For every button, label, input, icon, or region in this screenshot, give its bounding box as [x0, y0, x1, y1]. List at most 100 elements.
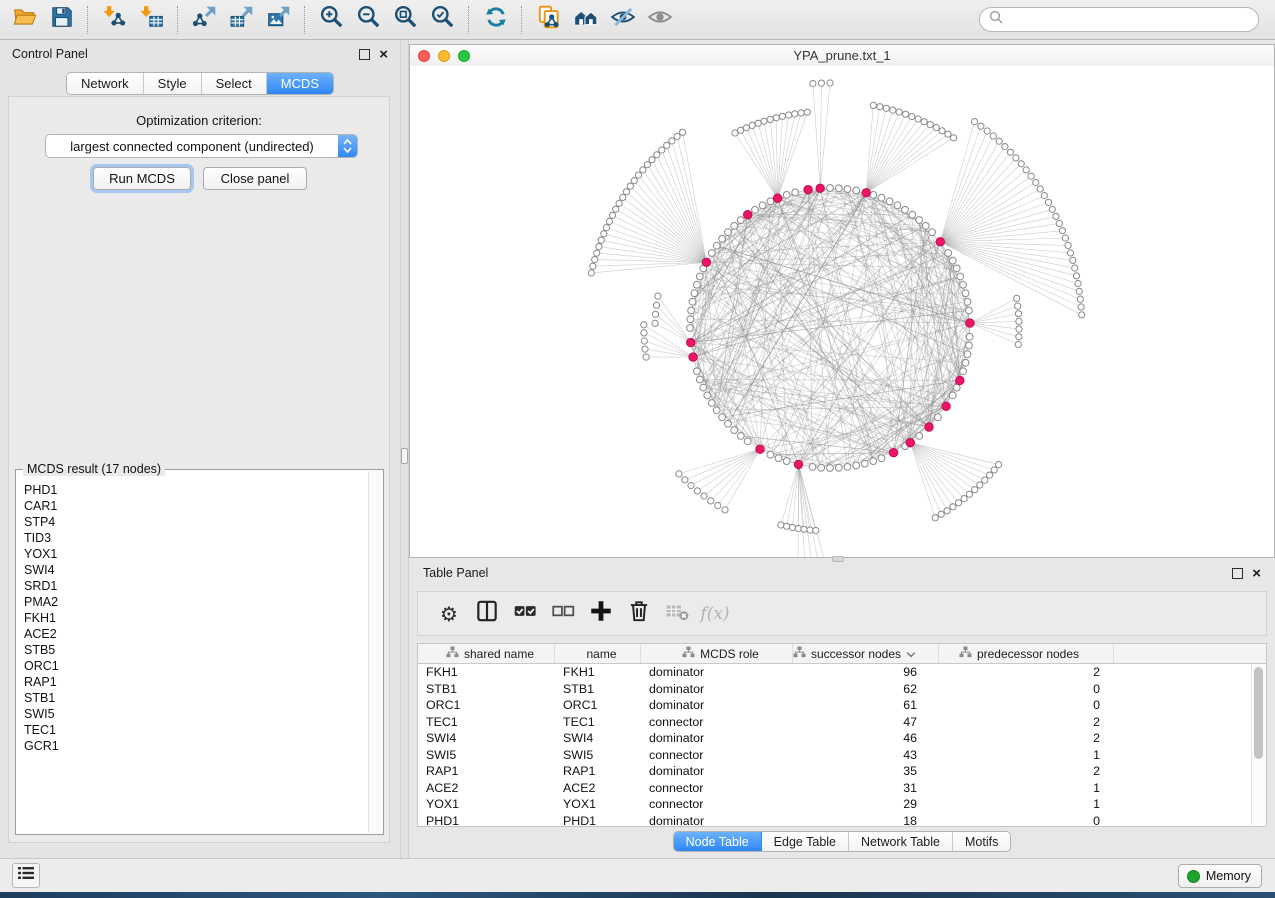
tab-edge-table[interactable]: Edge Table [762, 832, 849, 851]
task-history-button[interactable] [12, 863, 40, 888]
search-input[interactable] [1009, 12, 1249, 28]
table-row[interactable]: PHD1PHD1dominator180 [418, 813, 1266, 828]
cell: YOX1 [555, 797, 641, 811]
cell: RAP1 [418, 764, 555, 778]
list-icon [18, 866, 34, 885]
split-columns-button[interactable] [468, 596, 506, 632]
export-image-button[interactable] [260, 3, 297, 37]
tab-node-table[interactable]: Node Table [674, 832, 762, 851]
zoom-out-button[interactable] [350, 3, 387, 37]
gear-button[interactable]: ⚙ [430, 596, 468, 632]
add-column-button[interactable] [582, 596, 620, 632]
refresh-icon [483, 4, 509, 35]
mcds-node-item[interactable]: GCR1 [24, 738, 368, 754]
table-scrollbar[interactable] [1251, 664, 1265, 825]
float-table-panel-icon[interactable] [1232, 568, 1243, 579]
table-row[interactable]: ACE2ACE2connector311 [418, 780, 1266, 797]
save-button[interactable] [43, 3, 80, 37]
memory-label: Memory [1206, 869, 1251, 883]
mcds-node-item[interactable]: SRD1 [24, 578, 368, 594]
tab-select[interactable]: Select [202, 73, 267, 94]
export-network-button[interactable] [186, 3, 223, 37]
export-table-button[interactable] [223, 3, 260, 37]
network-graph[interactable] [410, 66, 1274, 557]
import-network-button[interactable] [96, 3, 133, 37]
zoom-in-button[interactable] [313, 3, 350, 37]
column-header-successor-nodes[interactable]: successor nodes [793, 644, 939, 663]
table-row[interactable]: ORC1ORC1dominator610 [418, 697, 1266, 714]
open-folder-button[interactable] [6, 3, 43, 37]
first-neighbors-button[interactable] [567, 3, 604, 37]
float-panel-icon[interactable] [359, 49, 370, 60]
mcds-node-item[interactable]: SWI5 [24, 706, 368, 722]
cell: 2 [939, 731, 1114, 745]
mcds-node-item[interactable]: TEC1 [24, 722, 368, 738]
column-header-MCDS-role[interactable]: MCDS role [641, 644, 793, 663]
mcds-node-item[interactable]: ORC1 [24, 658, 368, 674]
vertical-splitter[interactable] [400, 40, 409, 858]
cell: 29 [793, 797, 939, 811]
search-box[interactable] [979, 7, 1259, 32]
table-row[interactable]: RAP1RAP1dominator352 [418, 763, 1266, 780]
zoom-fit-button[interactable] [387, 3, 424, 37]
mcds-list-scrollbar[interactable] [368, 471, 382, 833]
close-panel-button[interactable]: Close panel [203, 167, 307, 190]
network-canvas[interactable] [410, 66, 1274, 557]
cell: 31 [793, 781, 939, 795]
mcds-node-item[interactable]: STP4 [24, 514, 368, 530]
mcds-node-item[interactable]: RAP1 [24, 674, 368, 690]
table-row[interactable]: SWI5SWI5connector431 [418, 747, 1266, 764]
cell: 61 [793, 698, 939, 712]
table-row[interactable]: STB1STB1dominator620 [418, 681, 1266, 698]
show-all-button[interactable] [641, 3, 678, 37]
mcds-node-item[interactable]: STB5 [24, 642, 368, 658]
mcds-node-item[interactable]: PMA2 [24, 594, 368, 610]
mcds-node-item[interactable]: ACE2 [24, 626, 368, 642]
cell: STB1 [418, 682, 555, 696]
function-builder-button: f(x) [696, 596, 734, 632]
criterion-dropdown[interactable]: largest connected component (undirected) [45, 134, 358, 158]
column-header-shared-name[interactable]: shared name [418, 644, 555, 663]
refresh-button[interactable] [477, 3, 514, 37]
duplicate-network-button[interactable] [530, 3, 567, 37]
run-mcds-button[interactable]: Run MCDS [93, 167, 191, 190]
column-header-predecessor-nodes[interactable]: predecessor nodes [939, 644, 1114, 663]
memory-button[interactable]: Memory [1178, 864, 1262, 888]
tab-motifs[interactable]: Motifs [953, 832, 1010, 851]
splitter-handle[interactable] [401, 448, 408, 464]
control-panel-tabbar: NetworkStyleSelectMCDS [0, 72, 400, 95]
mcds-node-item[interactable]: CAR1 [24, 498, 368, 514]
mcds-node-item[interactable]: PHD1 [24, 482, 368, 498]
mcds-node-item[interactable]: SWI4 [24, 562, 368, 578]
table-panel-splitter-handle[interactable] [832, 556, 844, 562]
column-header-name[interactable]: name [555, 644, 641, 663]
open-folder-icon [12, 4, 38, 35]
select-all-button[interactable] [506, 596, 544, 632]
table-row[interactable]: YOX1YOX1connector291 [418, 796, 1266, 813]
table-row[interactable]: TEC1TEC1connector472 [418, 714, 1266, 731]
cell: dominator [641, 814, 793, 827]
delete-column-button[interactable] [620, 596, 658, 632]
table-scrollbar-thumb[interactable] [1254, 667, 1263, 759]
table-row[interactable]: SWI4SWI4dominator462 [418, 730, 1266, 747]
close-table-panel-icon[interactable]: × [1252, 569, 1261, 578]
zoom-selected-button[interactable] [424, 3, 461, 37]
mcds-node-item[interactable]: TID3 [24, 530, 368, 546]
cell: 47 [793, 715, 939, 729]
mcds-node-item[interactable]: STB1 [24, 690, 368, 706]
hide-selected-button[interactable] [604, 3, 641, 37]
cell: dominator [641, 731, 793, 745]
tab-mcds[interactable]: MCDS [267, 73, 333, 94]
cell: FKH1 [418, 665, 555, 679]
tab-network[interactable]: Network [67, 73, 144, 94]
table-row[interactable]: FKH1FKH1dominator962 [418, 664, 1266, 681]
close-panel-icon[interactable]: × [379, 50, 388, 59]
tab-network-table[interactable]: Network Table [849, 832, 953, 851]
tab-style[interactable]: Style [144, 73, 202, 94]
mcds-node-item[interactable]: YOX1 [24, 546, 368, 562]
dropdown-stepper-icon [338, 135, 357, 157]
deselect-all-button[interactable] [544, 596, 582, 632]
mcds-result-list[interactable]: PHD1CAR1STP4TID3YOX1SWI4SRD1PMA2FKH1ACE2… [17, 476, 368, 833]
mcds-node-item[interactable]: FKH1 [24, 610, 368, 626]
import-table-button[interactable] [133, 3, 170, 37]
